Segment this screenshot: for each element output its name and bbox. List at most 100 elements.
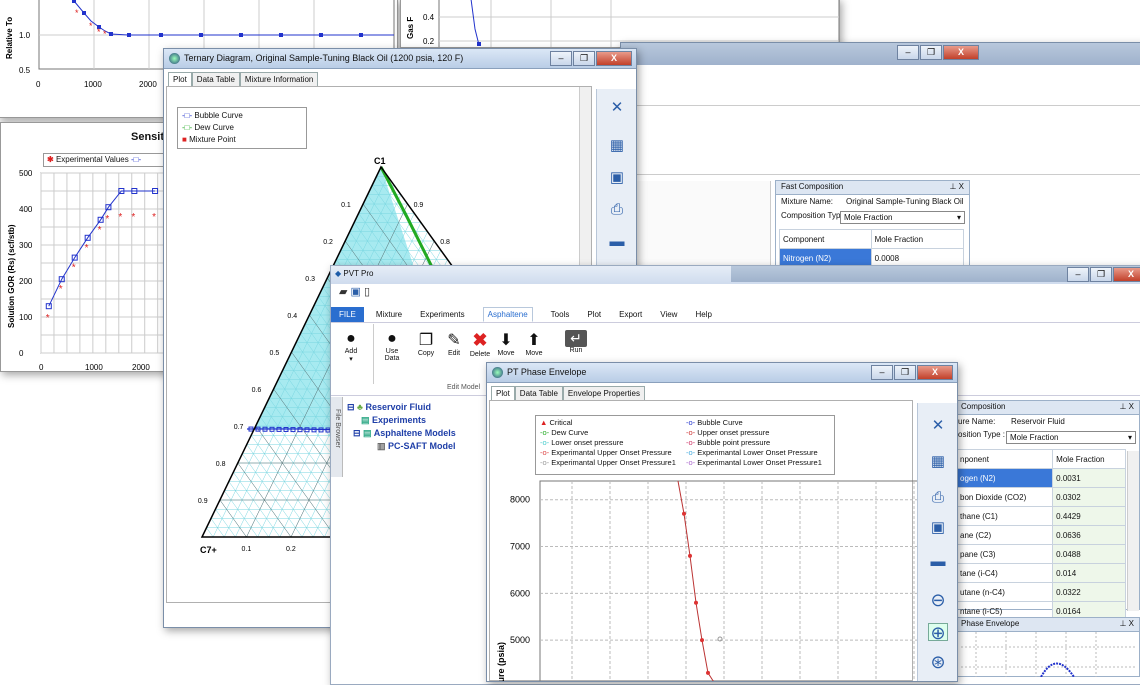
component-cell[interactable]: ane (C2) — [957, 526, 1053, 545]
tree-item-reservoir-fluid[interactable]: ⊟ ♣ Reservoir Fluid — [347, 401, 456, 414]
close-button[interactable]: X — [1113, 267, 1140, 282]
table-row[interactable]: pane (C3)0.0488 — [957, 545, 1126, 564]
menu-plot[interactable]: Plot — [587, 310, 601, 319]
pin-close-icon[interactable]: ⊥ X — [1119, 402, 1134, 411]
component-cell[interactable]: tane (i-C4) — [957, 564, 1053, 583]
save-icon[interactable]: ▣ — [607, 169, 627, 187]
restore-button[interactable]: ❐ — [920, 45, 942, 60]
restore-button[interactable]: ❐ — [894, 365, 916, 380]
svg-text:*: * — [97, 27, 101, 37]
copy-icon: ❐ — [415, 330, 437, 350]
y-tick: 1.0 — [19, 31, 31, 40]
save-icon[interactable]: ▣ — [928, 519, 948, 537]
add-button[interactable]: ●Add▾ — [341, 330, 361, 363]
move-down-button[interactable]: ⬇Move — [495, 330, 517, 357]
copy-image-icon[interactable]: ▬ — [928, 553, 948, 571]
tab-data-table[interactable]: Data Table — [515, 386, 563, 400]
new-file-icon[interactable]: ▯ — [364, 286, 370, 298]
menu-file[interactable]: FILE — [331, 307, 364, 322]
open-folder-icon[interactable]: ▰ — [339, 286, 347, 298]
x-tick: 1000 — [84, 80, 102, 89]
settings-tools-icon[interactable]: ✕ — [928, 417, 948, 435]
settings-tools-icon[interactable]: ✕ — [607, 99, 627, 117]
minimize-button[interactable]: – — [897, 45, 919, 60]
menu-export[interactable]: Export — [619, 310, 642, 319]
tab-mixture-information[interactable]: Mixture Information — [240, 72, 318, 86]
zoom-in-icon[interactable]: ⊕ — [928, 623, 948, 641]
close-button[interactable]: X — [943, 45, 979, 60]
svg-text:*: * — [103, 29, 107, 39]
menu-view[interactable]: View — [660, 310, 677, 319]
minimize-button[interactable]: – — [550, 51, 572, 66]
restore-button[interactable]: ❐ — [1090, 267, 1112, 282]
tree-item-experiments[interactable]: ▤ Experiments — [347, 414, 456, 427]
tree-item-asphaltene-models[interactable]: ⊟ ▤ Asphaltene Models — [347, 427, 456, 440]
app-icon — [169, 53, 180, 64]
table-row[interactable]: bon Dioxide (CO2)0.0302 — [957, 488, 1126, 507]
restore-button[interactable]: ❐ — [573, 51, 595, 66]
composition-type-select[interactable]: Mole Fraction▾ — [840, 211, 965, 224]
fraction-cell[interactable]: 0.4429 — [1053, 507, 1126, 526]
menu-mixture[interactable]: Mixture — [376, 310, 402, 319]
pin-close-icon[interactable]: ⊥ X — [1119, 619, 1134, 628]
copy-button[interactable]: ❐Copy — [415, 330, 437, 357]
component-cell[interactable]: utane (n-C4) — [957, 583, 1053, 602]
vertical-scrollbar[interactable] — [1127, 451, 1139, 611]
menu-asphaltene[interactable]: Asphaltene — [483, 307, 533, 322]
right-axis-tick: 0.9 — [414, 202, 424, 209]
table-row[interactable]: thane (C1)0.4429 — [957, 507, 1126, 526]
fraction-cell[interactable]: 0.0302 — [1053, 488, 1126, 507]
table-row[interactable]: ane (C2)0.0636 — [957, 526, 1126, 545]
fraction-cell[interactable]: 0.0322 — [1053, 583, 1126, 602]
copy-image-icon[interactable]: ▬ — [607, 233, 627, 251]
run-button[interactable]: ↵Run — [565, 330, 587, 354]
component-cell[interactable]: pane (C3) — [957, 545, 1053, 564]
y-axis-label: Solution GOR (Rs) (scf/stb) — [7, 224, 16, 328]
left-axis-tick: 0.8 — [216, 461, 226, 468]
tree-item-pc-saft[interactable]: ▥ PC-SAFT Model — [347, 440, 456, 453]
delete-button[interactable]: ✖Delete — [469, 330, 491, 358]
tab-plot[interactable]: Plot — [491, 386, 515, 400]
close-button[interactable]: X — [596, 51, 632, 66]
x-tick: 2000 — [139, 80, 157, 89]
composition-table: ComponentMole Fraction Nitrogen (N2)0.00… — [779, 229, 964, 268]
quick-access-toolbar: ▰ ▣ ▯ — [339, 285, 370, 298]
file-browser-tab[interactable]: File Browser — [331, 397, 343, 477]
panel-title: Fast Composition — [781, 182, 843, 191]
use-data-button[interactable]: ●Use Data — [381, 330, 403, 362]
print-icon[interactable]: ⎙ — [607, 201, 627, 219]
zoom-out-icon[interactable]: ⊖ — [928, 591, 948, 609]
close-button[interactable]: X — [917, 365, 953, 380]
edit-icon: ✎ — [443, 330, 465, 350]
tab-envelope-properties[interactable]: Envelope Properties — [563, 386, 645, 400]
component-cell[interactable]: bon Dioxide (CO2) — [957, 488, 1053, 507]
minimize-button[interactable]: – — [871, 365, 893, 380]
fraction-cell[interactable]: 0.0031 — [1053, 469, 1126, 488]
pin-close-icon[interactable]: ⊥ X — [949, 182, 964, 191]
fraction-cell[interactable]: 0.0636 — [1053, 526, 1126, 545]
tab-data-table[interactable]: Data Table — [192, 72, 240, 86]
export-image-icon[interactable]: ▦ — [607, 137, 627, 155]
y-tick: 0 — [19, 349, 24, 358]
table-row[interactable]: utane (n-C4)0.0322 — [957, 583, 1126, 602]
column-header: nponent — [957, 450, 1053, 469]
table-row[interactable]: ogen (N2)0.0031 — [957, 469, 1126, 488]
composition-type-select[interactable]: Mole Fraction▾ — [1006, 431, 1136, 444]
print-icon[interactable]: ⎙ — [928, 489, 948, 507]
table-row[interactable]: tane (i-C4)0.014 — [957, 564, 1126, 583]
component-cell[interactable]: ogen (N2) — [957, 469, 1053, 488]
save-icon[interactable]: ▣ — [351, 286, 361, 298]
minimize-button[interactable]: – — [1067, 267, 1089, 282]
zoom-fit-icon[interactable]: ⊛ — [928, 653, 948, 671]
component-cell[interactable]: thane (C1) — [957, 507, 1053, 526]
delete-icon: ✖ — [469, 330, 491, 351]
fraction-cell[interactable]: 0.0488 — [1053, 545, 1126, 564]
fraction-cell[interactable]: 0.014 — [1053, 564, 1126, 583]
menu-help[interactable]: Help — [695, 310, 711, 319]
tab-plot[interactable]: Plot — [168, 72, 192, 86]
menu-tools[interactable]: Tools — [551, 310, 570, 319]
export-image-icon[interactable]: ▦ — [928, 453, 948, 471]
menu-experiments[interactable]: Experiments — [420, 310, 464, 319]
move-up-button[interactable]: ⬆Move — [523, 330, 545, 357]
edit-button[interactable]: ✎Edit — [443, 330, 465, 357]
